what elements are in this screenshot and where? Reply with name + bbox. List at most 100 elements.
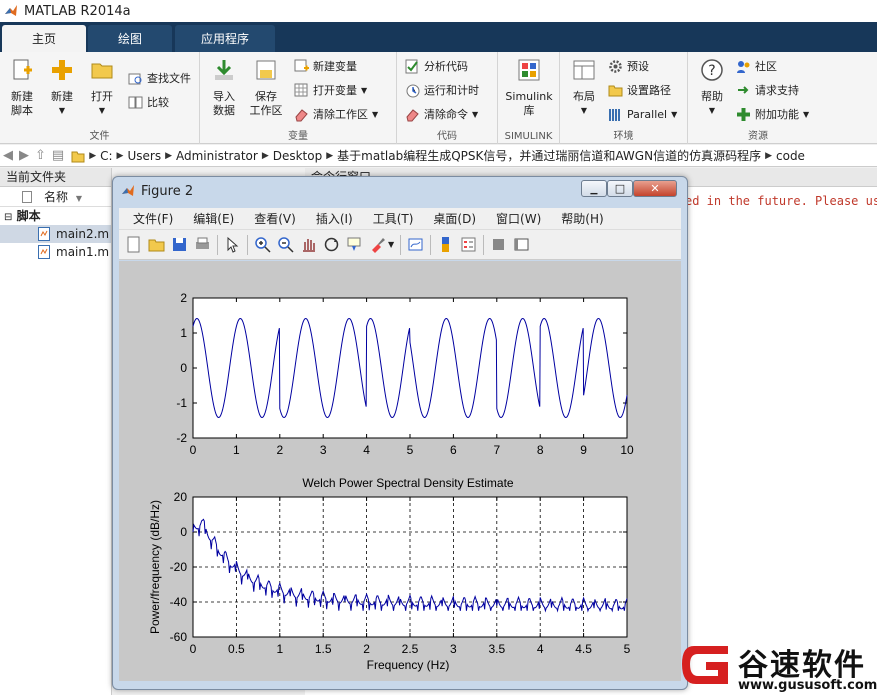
plus-icon: [52, 60, 72, 80]
toolbar-separator: [430, 234, 432, 255]
x-tick-label: 4.5: [575, 642, 592, 656]
compare-button[interactable]: 比较: [128, 92, 169, 112]
file-item-main2[interactable]: main2.m: [0, 225, 111, 243]
save-workspace-button[interactable]: 保存 工作区: [246, 58, 286, 118]
tab-apps[interactable]: 应用程序: [175, 25, 275, 52]
file-item-main1[interactable]: main1.m: [0, 243, 111, 261]
matlab-logo-icon: [122, 185, 134, 196]
folder-node-scripts[interactable]: ⊟ 脚本: [0, 207, 111, 225]
menu-help[interactable]: 帮助(H): [561, 210, 603, 227]
m-file-icon: [38, 245, 50, 259]
minimize-button[interactable]: ▁: [581, 180, 607, 197]
figure-canvas[interactable]: 2 1 0 -1 -2 0 1 2 3 4 5 6 7 8 9 10 Welch Power Spectra…: [119, 261, 681, 681]
import-data-button[interactable]: 导入 数据: [204, 58, 244, 118]
new-script-label: 新建 脚本: [11, 90, 33, 117]
folder-label: 脚本: [16, 209, 41, 223]
community-icon: [737, 60, 750, 73]
new-script-button[interactable]: 新建 脚本: [2, 58, 42, 118]
back-icon[interactable]: ◀: [3, 148, 13, 163]
show-plot-tools-icon[interactable]: [513, 236, 530, 253]
new-button[interactable]: 新建 ▼: [42, 58, 82, 118]
help-button[interactable]: ? 帮助 ▼: [692, 58, 732, 118]
clear-commands-button[interactable]: 清除命令 ▼: [405, 104, 478, 124]
data-cursor-icon[interactable]: [346, 236, 363, 253]
menu-insert[interactable]: 插入(I): [316, 210, 353, 227]
legend-icon[interactable]: [460, 236, 477, 253]
chevron-down-icon: ▼: [98, 106, 106, 115]
rotate-3d-icon[interactable]: [323, 236, 340, 253]
menu-file[interactable]: 文件(F): [133, 210, 173, 227]
x-tick-label: 0.5: [228, 642, 245, 656]
chevron-down-icon[interactable]: ▼: [388, 240, 394, 249]
addons-button[interactable]: 附加功能 ▼: [736, 104, 809, 124]
simulink-library-label: Simulink 库: [505, 90, 553, 117]
tab-home[interactable]: 主页: [2, 25, 86, 52]
figure-plot-area: 210-1-2 0 1 2 3 4 5 6 7 8 9 10 Welch Power Spectra…: [148, 291, 634, 672]
link-plot-icon[interactable]: [407, 236, 424, 253]
clear-workspace-button[interactable]: 清除工作区 ▼: [294, 104, 378, 124]
path-segment[interactable]: Desktop: [273, 149, 323, 163]
colorbar-icon[interactable]: [437, 236, 454, 253]
pointer-icon[interactable]: [224, 236, 241, 253]
set-path-button[interactable]: 设置路径: [608, 80, 671, 100]
brush-icon[interactable]: [369, 236, 386, 253]
forward-icon[interactable]: ▶: [19, 148, 29, 163]
pan-icon[interactable]: [300, 236, 317, 253]
up-folder-icon[interactable]: ⇧: [35, 148, 46, 163]
request-support-button[interactable]: 请求支持: [736, 80, 799, 100]
matlab-logo-icon: [5, 5, 17, 16]
x-tick-label: 6: [450, 443, 457, 457]
name-column-header[interactable]: 名称 ▼: [0, 187, 111, 207]
open-button[interactable]: 打开 ▼: [82, 58, 122, 118]
menu-desktop[interactable]: 桌面(D): [433, 210, 476, 227]
close-button[interactable]: ✕: [633, 180, 677, 197]
toolbar-separator: [247, 234, 248, 255]
new-variable-button[interactable]: 新建变量: [294, 56, 357, 76]
file-group-label: 文件: [89, 131, 110, 142]
menu-window[interactable]: 窗口(W): [496, 210, 541, 227]
x-tick-label: 1: [276, 642, 283, 656]
variable-group-label: 变量: [288, 131, 308, 142]
menu-view[interactable]: 查看(V): [254, 210, 296, 227]
close-icon: ✕: [650, 182, 660, 195]
path-segment[interactable]: Administrator: [176, 149, 258, 163]
zoom-out-icon[interactable]: [277, 236, 294, 253]
parallel-button[interactable]: Parallel ▼: [608, 104, 677, 124]
analyze-code-button[interactable]: 分析代码: [405, 56, 468, 76]
run-and-time-button[interactable]: 运行和计时: [405, 80, 479, 100]
collapse-icon[interactable]: ⊟: [4, 212, 12, 223]
current-folder-pane: 当前文件夹 名称 ▼ ⊟ 脚本 main2.m main1.m: [0, 168, 112, 695]
zoom-in-icon[interactable]: [254, 236, 271, 253]
simulink-group-label: SIMULINK: [504, 131, 553, 142]
x-tick-label: 10: [620, 443, 634, 457]
new-figure-icon[interactable]: [125, 236, 142, 253]
path-segment[interactable]: 基于matlab编程生成QPSK信号，并通过瑞丽信道和AWGN信道的仿真源码程序: [337, 147, 761, 164]
hide-plot-tools-icon[interactable]: [490, 236, 507, 253]
psd-xlabel: Frequency (Hz): [367, 658, 450, 672]
open-file-icon[interactable]: [148, 236, 165, 253]
psd-title: Welch Power Spectral Density Estimate: [302, 476, 514, 490]
layout-button[interactable]: 布局 ▼: [564, 58, 604, 118]
browse-folder-icon[interactable]: ▤: [52, 148, 64, 163]
tab-plots[interactable]: 绘图: [88, 25, 172, 52]
find-files-button[interactable]: 查找文件: [128, 68, 191, 88]
print-icon[interactable]: [194, 236, 211, 253]
save-icon[interactable]: [171, 236, 188, 253]
code-group: 分析代码 运行和计时 清除命令 ▼ 代码: [397, 52, 498, 144]
maximize-button[interactable]: □: [607, 180, 633, 197]
preferences-button[interactable]: 预设: [608, 56, 649, 76]
addons-label: 附加功能: [755, 108, 799, 121]
menu-tools[interactable]: 工具(T): [373, 210, 414, 227]
community-button[interactable]: 社区: [736, 56, 777, 76]
figure-window[interactable]: Figure 2 ▁ □ ✕ 文件(F) 编辑(E) 查看(V) 插入(I) 工…: [112, 176, 688, 690]
simulink-library-button[interactable]: Simulink 库: [504, 58, 554, 118]
analyze-icon: [405, 59, 418, 73]
run-and-time-label: 运行和计时: [424, 84, 479, 97]
path-segment[interactable]: code: [776, 149, 805, 163]
open-variable-button[interactable]: 打开变量 ▼: [294, 80, 367, 100]
menu-edit[interactable]: 编辑(E): [193, 210, 234, 227]
path-segment[interactable]: Users: [127, 149, 161, 163]
resources-group: ? 帮助 ▼ 社区 请求支持 附加功能 ▼ 资源: [688, 52, 828, 144]
path-segment[interactable]: C:: [100, 149, 112, 163]
y-tick-label: -40: [170, 595, 188, 609]
